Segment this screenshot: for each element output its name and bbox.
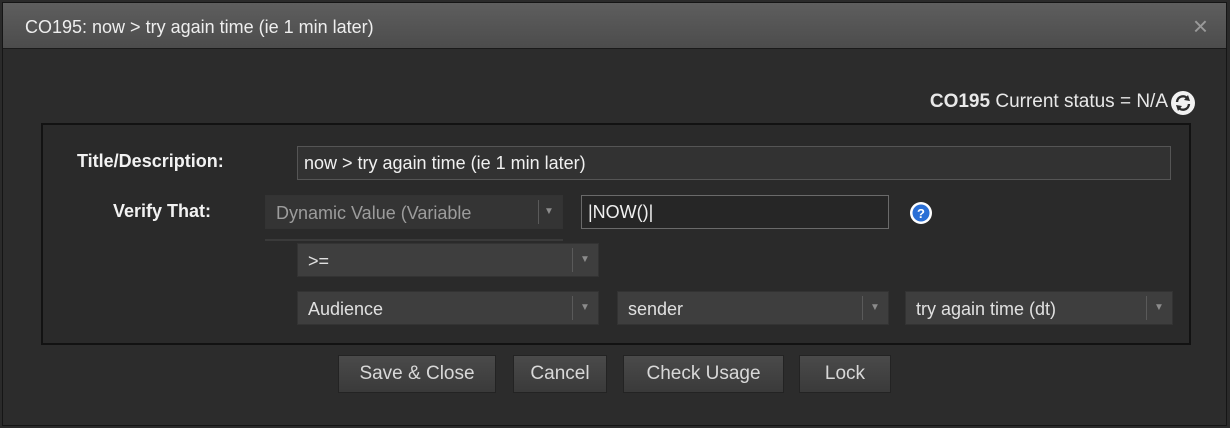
save-close-button[interactable]: Save & Close	[338, 355, 496, 393]
audience-value: Audience	[308, 299, 384, 319]
select-divider	[265, 239, 563, 241]
check-usage-button[interactable]: Check Usage	[623, 355, 784, 393]
field-select[interactable]: try again time (dt) ▼	[905, 291, 1173, 325]
lock-button[interactable]: Lock	[799, 355, 891, 393]
condition-dialog: CO195: now > try again time (ie 1 min la…	[2, 2, 1227, 426]
status-code: CO195	[929, 91, 991, 112]
dialog-titlebar[interactable]: CO195: now > try again time (ie 1 min la…	[3, 3, 1226, 49]
chevron-down-icon: ▼	[1154, 302, 1164, 313]
chevron-down-icon: ▼	[580, 302, 590, 313]
refresh-icon[interactable]	[1170, 90, 1196, 116]
sender-value: sender	[628, 299, 684, 319]
audience-select[interactable]: Audience ▼	[297, 291, 599, 325]
operator-value: >=	[308, 251, 330, 271]
chevron-down-icon: ▼	[870, 302, 880, 313]
source-type-value: Dynamic Value (Variable	[276, 203, 472, 223]
sender-select[interactable]: sender ▼	[617, 291, 889, 325]
chevron-down-icon: ▼	[544, 206, 554, 217]
operator-select[interactable]: >= ▼	[297, 243, 599, 277]
title-label: Title/Description:	[77, 151, 224, 171]
verify-label: Verify That:	[113, 201, 212, 221]
field-value: try again time (dt)	[916, 299, 1057, 319]
help-icon[interactable]: ?	[909, 201, 933, 225]
chevron-down-icon: ▼	[580, 254, 590, 265]
expression-input[interactable]	[581, 195, 889, 229]
title-input[interactable]	[297, 146, 1171, 180]
close-icon[interactable]: ×	[1193, 12, 1208, 40]
dialog-title: CO195: now > try again time (ie 1 min la…	[25, 17, 374, 37]
status-text: Current status = N/A	[990, 91, 1168, 112]
source-type-select[interactable]: Dynamic Value (Variable ▼	[265, 195, 563, 229]
svg-text:?: ?	[917, 206, 925, 221]
status-line: CO195 Current status = N/A	[930, 91, 1168, 113]
cancel-button[interactable]: Cancel	[513, 355, 607, 393]
condition-panel: Title/Description: Verify That: Dynamic …	[41, 123, 1191, 345]
